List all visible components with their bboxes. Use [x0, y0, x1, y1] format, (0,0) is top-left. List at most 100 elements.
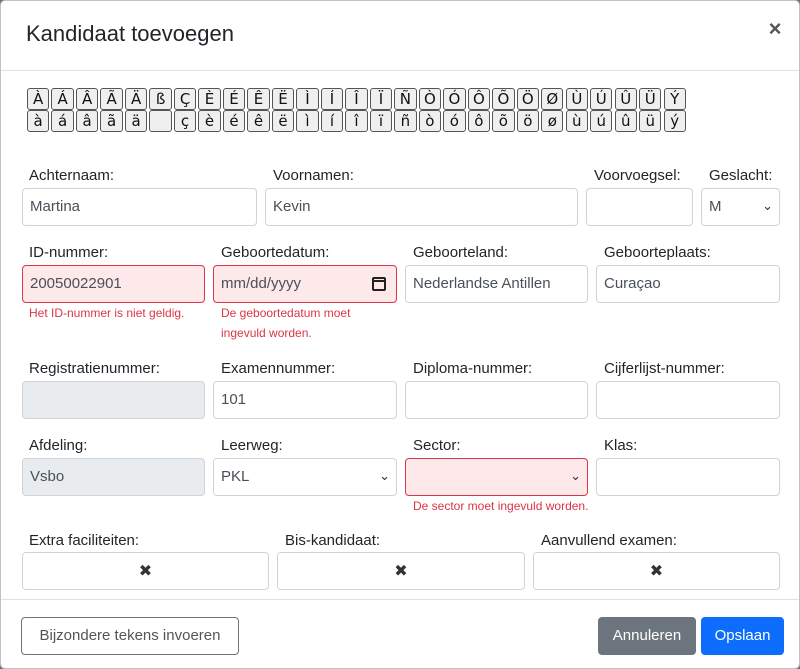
lower-char-button[interactable]: ø [541, 110, 564, 132]
leerweg-select[interactable]: PKL ⌄ [213, 458, 397, 496]
voorvoegsel-input[interactable] [586, 188, 693, 226]
upper-char-button[interactable]: Ø [541, 88, 564, 110]
upper-char-button[interactable]: È [198, 88, 221, 110]
geslacht-select[interactable]: M ⌄ [701, 188, 780, 226]
lower-char-button[interactable]: õ [492, 110, 515, 132]
cross-icon: ✖ [138, 561, 153, 580]
save-button[interactable]: Opslaan [701, 617, 784, 655]
upper-char-button[interactable]: Ú [590, 88, 613, 110]
upper-char-button[interactable]: Ì [296, 88, 319, 110]
lower-char-button[interactable]: ì [296, 110, 319, 132]
upper-char-button[interactable]: Ô [467, 88, 491, 110]
upper-char-button[interactable]: Ä [124, 88, 148, 110]
sector-select[interactable]: ⌄ [405, 458, 588, 496]
cancel-button[interactable]: Annuleren [598, 617, 696, 655]
special-chars-lower-row: àáâãä çèéêëìíîïñòóôõöøùúûüý [27, 110, 686, 132]
achternaam-input[interactable]: Martina [22, 188, 257, 226]
lower-char-button[interactable] [149, 110, 172, 132]
upper-char-button[interactable]: Õ [492, 88, 515, 110]
lower-char-button[interactable]: ô [467, 110, 491, 132]
cijferlijst-nummer-label: Cijferlijst-nummer: [604, 360, 725, 377]
lower-char-button[interactable]: ä [124, 110, 148, 132]
geboortedatum-label: Geboortedatum: [221, 244, 330, 261]
voornamen-label: Voornamen: [273, 167, 354, 184]
geboorteland-label: Geboorteland: [413, 244, 509, 261]
lower-char-button[interactable]: ò [418, 110, 442, 132]
examennummer-input[interactable]: 101 [213, 381, 397, 419]
lower-char-button[interactable]: ï [369, 110, 393, 132]
lower-char-button[interactable]: ù [565, 110, 588, 132]
lower-char-button[interactable]: ó [443, 110, 466, 132]
examennummer-label: Examennummer: [221, 360, 336, 377]
upper-char-button[interactable]: ß [149, 88, 172, 110]
upper-char-button[interactable]: Ï [369, 88, 393, 110]
upper-char-button[interactable]: Ò [418, 88, 442, 110]
klas-label: Klas: [604, 437, 638, 454]
lower-char-button[interactable]: è [198, 110, 221, 132]
upper-char-button[interactable]: Ç [173, 88, 197, 110]
extra-faciliteiten-toggle[interactable]: ✖ [22, 552, 269, 590]
special-chars-upper-row: ÀÁÂÃÄßÇÈÉÊËÌÍÎÏÑÒÓÔÕÖØÙÚÛÜÝ [27, 88, 686, 110]
geslacht-label: Geslacht: [709, 167, 773, 184]
upper-char-button[interactable]: Â [75, 88, 99, 110]
geboortedatum-error-line2: ingevuld worden. [221, 326, 312, 340]
voornamen-input[interactable]: Kevin [265, 188, 578, 226]
lower-char-button[interactable]: â [75, 110, 99, 132]
dialog-footer: Bijzondere tekens invoeren Annuleren Ops… [1, 599, 799, 668]
geslacht-value: M [709, 198, 722, 215]
lower-char-button[interactable]: ö [516, 110, 539, 132]
lower-char-button[interactable]: ã [100, 110, 123, 132]
upper-char-button[interactable]: Ù [565, 88, 588, 110]
lower-char-button[interactable]: ê [247, 110, 270, 132]
upper-char-button[interactable]: Ó [443, 88, 466, 110]
lower-char-button[interactable]: ü [639, 110, 662, 132]
geboorteplaats-input[interactable]: Curaçao [596, 265, 780, 303]
afdeling-input: Vsbo [22, 458, 205, 496]
lower-char-button[interactable]: í [320, 110, 344, 132]
upper-char-button[interactable]: Ö [516, 88, 539, 110]
upper-char-button[interactable]: Ã [100, 88, 123, 110]
upper-char-button[interactable]: Û [614, 88, 637, 110]
upper-char-button[interactable]: Ë [271, 88, 295, 110]
upper-char-button[interactable]: É [222, 88, 246, 110]
lower-char-button[interactable]: ú [590, 110, 613, 132]
dialog-title: Kandidaat toevoegen [26, 21, 234, 46]
lower-char-button[interactable]: û [614, 110, 637, 132]
cross-icon: ✖ [649, 561, 664, 580]
cijferlijst-nummer-input[interactable] [596, 381, 780, 419]
klas-input[interactable] [596, 458, 780, 496]
diploma-nummer-label: Diploma-nummer: [413, 360, 533, 377]
upper-char-button[interactable]: Ý [663, 88, 686, 110]
geboortedatum-error-line1: De geboortedatum moet [221, 306, 351, 320]
lower-char-button[interactable]: ý [663, 110, 686, 132]
upper-char-button[interactable]: Ê [247, 88, 270, 110]
upper-char-button[interactable]: Í [320, 88, 344, 110]
calendar-icon[interactable] [372, 277, 386, 291]
diploma-nummer-input[interactable] [405, 381, 588, 419]
id-nummer-input[interactable]: 20050022901 [22, 265, 205, 303]
lower-char-button[interactable]: á [51, 110, 74, 132]
bis-kandidaat-toggle[interactable]: ✖ [277, 552, 525, 590]
lower-char-button[interactable]: ç [173, 110, 197, 132]
lower-char-button[interactable]: î [345, 110, 368, 132]
bis-kandidaat-label: Bis-kandidaat: [285, 532, 381, 549]
leerweg-value: PKL [221, 468, 250, 485]
close-icon[interactable]: × [764, 17, 786, 41]
lower-char-button[interactable]: ë [271, 110, 295, 132]
sector-error: De sector moet ingevuld worden. [413, 499, 589, 513]
geboorteland-input[interactable]: Nederlandse Antillen [405, 265, 588, 303]
upper-char-button[interactable]: À [27, 88, 50, 110]
upper-char-button[interactable]: Á [51, 88, 74, 110]
geboortedatum-input[interactable]: mm/dd/yyyy [213, 265, 397, 303]
special-chars-button[interactable]: Bijzondere tekens invoeren [21, 617, 239, 655]
upper-char-button[interactable]: Î [345, 88, 368, 110]
lower-char-button[interactable]: é [222, 110, 246, 132]
lower-char-button[interactable]: à [27, 110, 50, 132]
aanvullend-examen-toggle[interactable]: ✖ [533, 552, 780, 590]
upper-char-button[interactable]: Ñ [394, 88, 417, 110]
id-nummer-error: Het ID-nummer is niet geldig. [29, 306, 185, 320]
upper-char-button[interactable]: Ü [639, 88, 662, 110]
lower-char-button[interactable]: ñ [394, 110, 417, 132]
registratienummer-input [22, 381, 205, 419]
extra-faciliteiten-label: Extra faciliteiten: [29, 532, 140, 549]
